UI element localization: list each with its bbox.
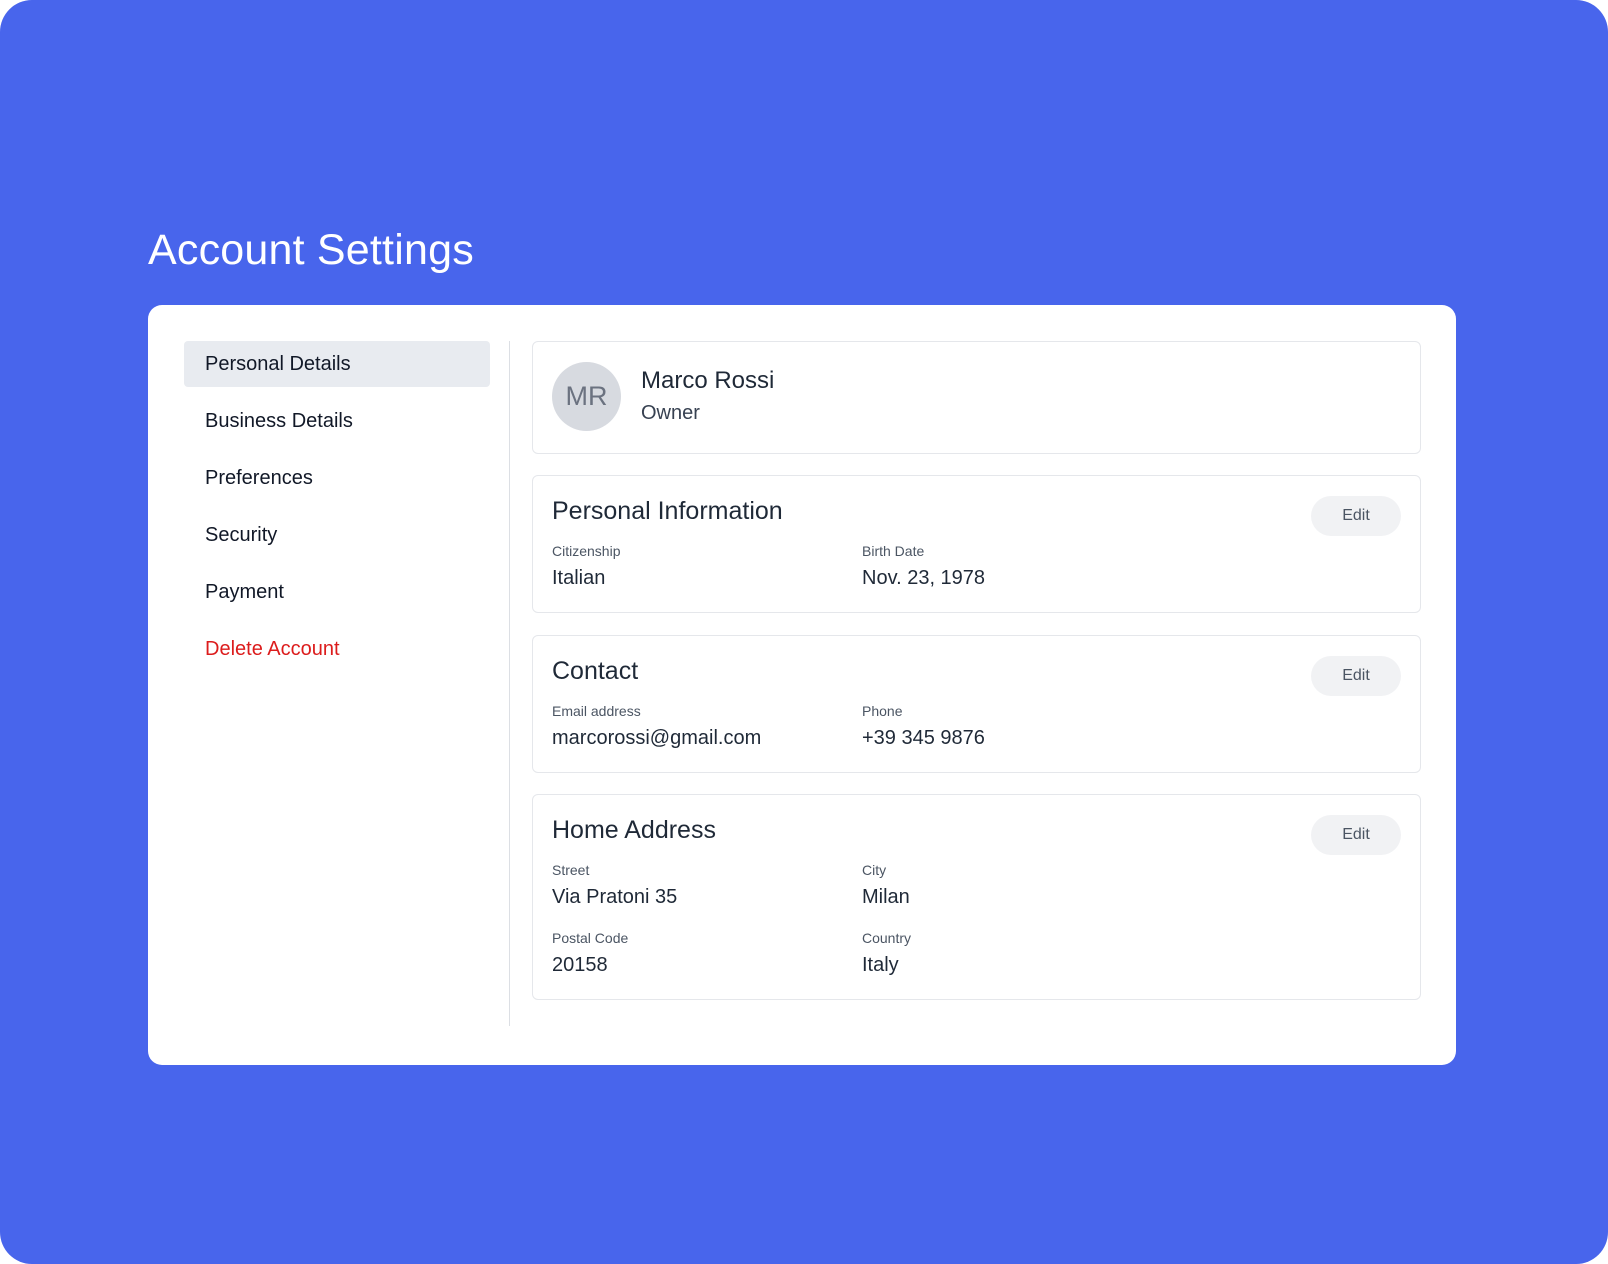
field-email: Email address marcorossi@gmail.com <box>552 703 761 750</box>
sidebar-item-security[interactable]: Security <box>184 512 490 558</box>
section-title: Contact <box>552 657 639 685</box>
field-label: Postal Code <box>552 930 629 946</box>
field-label: Street <box>552 862 590 878</box>
field-value: 20158 <box>552 954 608 976</box>
app-background: Account Settings Personal Details Busine… <box>0 0 1608 1264</box>
field-street: Street Via Pratoni 35 <box>552 862 677 909</box>
field-label: Birth Date <box>862 543 925 559</box>
field-label: Citizenship <box>552 543 621 559</box>
field-value: Via Pratoni 35 <box>552 886 678 908</box>
sidebar-item-business-details[interactable]: Business Details <box>184 398 490 444</box>
field-birth-date: Birth Date Nov. 23, 1978 <box>862 543 985 590</box>
sidebar-nav: Personal Details Business Details Prefer… <box>184 341 490 683</box>
settings-card: Personal Details Business Details Prefer… <box>148 305 1456 1065</box>
profile-panel: MR Marco Rossi Owner <box>532 341 1421 454</box>
sidebar-divider <box>509 341 510 1026</box>
field-country: Country Italy <box>862 930 911 977</box>
edit-contact-button[interactable]: Edit <box>1311 656 1401 696</box>
field-citizenship: Citizenship Italian <box>552 543 620 590</box>
sidebar-item-payment[interactable]: Payment <box>184 569 490 615</box>
field-value: Nov. 23, 1978 <box>862 567 986 589</box>
field-value: Italy <box>862 954 899 976</box>
field-label: Email address <box>552 703 641 719</box>
contact-panel: Contact Edit Email address marcorossi@gm… <box>532 635 1421 773</box>
field-value: Milan <box>862 886 910 908</box>
section-title: Personal Information <box>552 497 783 525</box>
sidebar-item-personal-details[interactable]: Personal Details <box>184 341 490 387</box>
field-postal-code: Postal Code 20158 <box>552 930 628 977</box>
profile-role: Owner <box>641 402 700 424</box>
field-value: Italian <box>552 567 606 589</box>
profile-name: Marco Rossi <box>641 367 775 394</box>
field-value: +39 345 9876 <box>862 727 985 749</box>
home-address-panel: Home Address Edit Street Via Pratoni 35 … <box>532 794 1421 1000</box>
field-label: Phone <box>862 703 903 719</box>
section-title: Home Address <box>552 816 716 844</box>
field-city: City Milan <box>862 862 910 909</box>
avatar: MR <box>552 362 621 431</box>
page-title: Account Settings <box>148 226 474 274</box>
sidebar-item-preferences[interactable]: Preferences <box>184 455 490 501</box>
field-label: Country <box>862 930 912 946</box>
field-value: marcorossi@gmail.com <box>552 727 762 749</box>
sidebar-item-delete-account[interactable]: Delete Account <box>184 626 490 672</box>
field-label: City <box>862 862 887 878</box>
personal-information-panel: Personal Information Edit Citizenship It… <box>532 475 1421 613</box>
field-phone: Phone +39 345 9876 <box>862 703 985 750</box>
edit-personal-information-button[interactable]: Edit <box>1311 496 1401 536</box>
edit-home-address-button[interactable]: Edit <box>1311 815 1401 855</box>
